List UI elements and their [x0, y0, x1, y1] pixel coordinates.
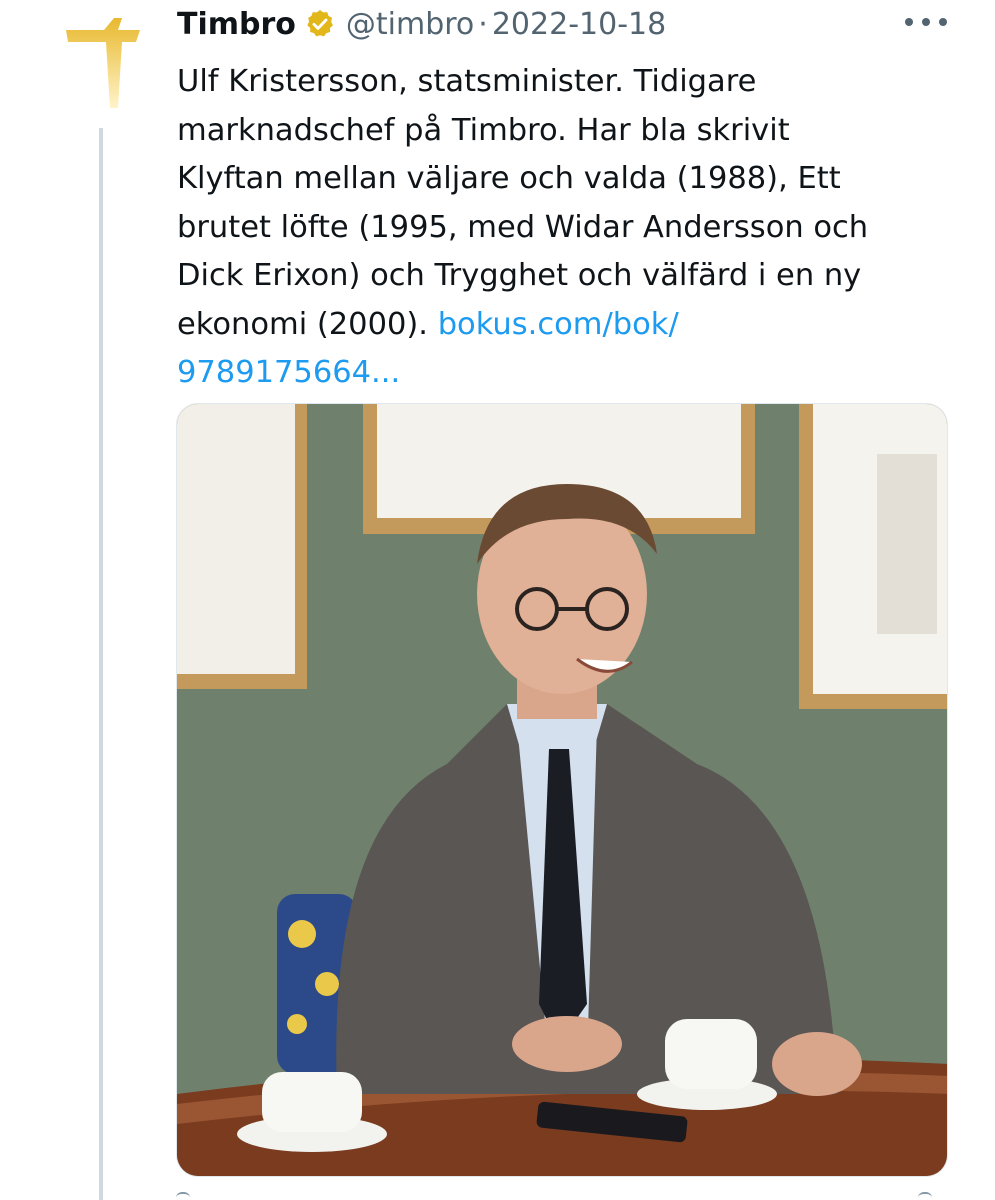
tweet-text-segment: ekonomi (2000).: [177, 306, 438, 342]
more-options-icon[interactable]: [905, 12, 947, 32]
tweet-header: Timbro @timbro · 2022-10-18: [177, 2, 666, 46]
tweet-text-line: marknadschef på Timbro. Har bla skrivit: [177, 112, 790, 148]
tweet-text-line: 9789175664...: [177, 349, 947, 398]
header-separator: ·: [478, 6, 488, 42]
timbro-logo-icon[interactable]: [60, 10, 148, 110]
tweet-date[interactable]: 2022-10-18: [492, 7, 666, 42]
verified-badge-icon: [304, 8, 336, 40]
thread-line: [99, 128, 103, 1200]
tweet-text: Ulf Kristersson, statsminister. Tidigare…: [177, 58, 947, 398]
reply-icon[interactable]: [176, 1192, 190, 1200]
tweet-text-line: Dick Erixon) och Trygghet och välfärd i …: [177, 258, 862, 293]
author-handle[interactable]: @timbro: [346, 7, 474, 42]
tweet[interactable]: Timbro @timbro · 2022-10-18 Ulf Kristers…: [0, 0, 995, 1200]
tweet-text-line: Klyftan mellan väljare och valda (1988),…: [177, 161, 841, 196]
tweet-link[interactable]: bokus.com/bok/: [438, 307, 679, 342]
tweet-photo[interactable]: [176, 403, 948, 1177]
tweet-text-line: Ulf Kristersson, statsminister. Tidigare: [177, 64, 757, 99]
author-display-name[interactable]: Timbro: [177, 7, 296, 42]
tweet-text-line: ekonomi (2000). bokus.com/bok/: [177, 301, 947, 350]
tweet-link-continued[interactable]: 9789175664...: [177, 355, 400, 390]
share-icon[interactable]: [918, 1192, 932, 1200]
tweet-text-line: brutet löfte (1995, med Widar Andersson …: [177, 209, 869, 245]
